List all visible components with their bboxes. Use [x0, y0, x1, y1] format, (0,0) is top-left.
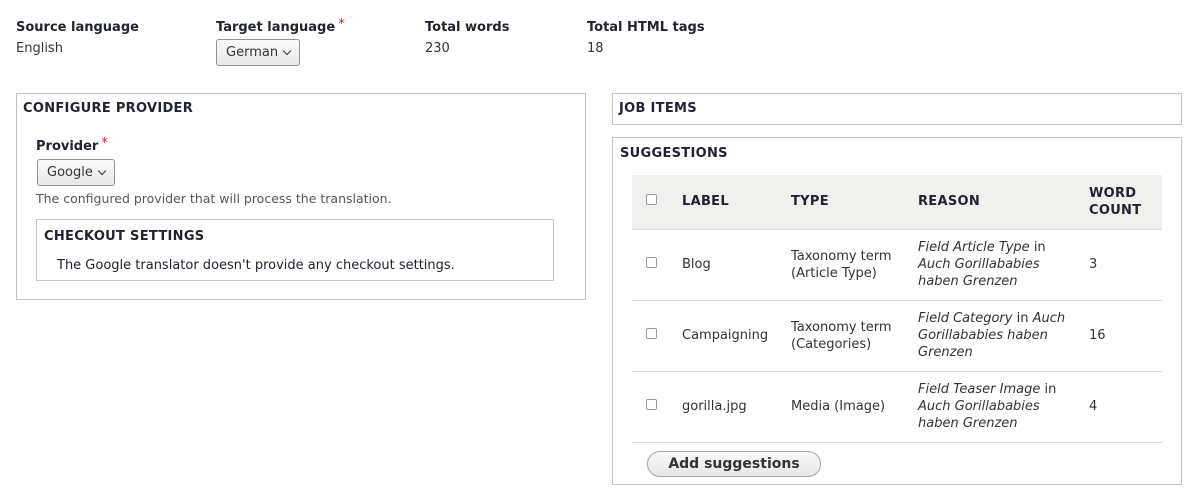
- column-header-label: LABEL: [669, 175, 777, 230]
- total-tags-block: Total HTML tags 18: [587, 20, 705, 56]
- checkout-settings-message: The Google translator doesn't provide an…: [57, 258, 455, 273]
- provider-description: The configured provider that will proces…: [36, 191, 392, 206]
- target-language-select[interactable]: German: [216, 39, 301, 66]
- row-reason: Field Teaser Image in Auch Gorillababies h…: [904, 371, 1075, 443]
- target-language-block: Target language * German: [216, 17, 345, 66]
- row-type: Taxonomy term (Categories): [777, 300, 904, 372]
- row-word-count: 3: [1075, 229, 1162, 301]
- required-marker: *: [338, 17, 345, 32]
- row-type: Taxonomy term (Article Type): [777, 229, 904, 301]
- configure-provider-legend: CONFIGURE PROVIDER: [23, 101, 194, 116]
- total-words-label: Total words: [425, 20, 510, 35]
- select-all-checkbox[interactable]: [646, 194, 657, 206]
- checkout-settings-fieldset: CHECKOUT SETTINGS The Google translator …: [36, 219, 554, 281]
- table-row: gorilla.jpg Media (Image) Field Teaser I…: [632, 371, 1162, 443]
- row-label: gorilla.jpg: [669, 371, 777, 443]
- suggestions-fieldset: SUGGESTIONS LABEL TYPE REASON WORD COUNT …: [612, 137, 1182, 485]
- provider-selected: Google: [47, 165, 93, 180]
- row-type: Media (Image): [777, 371, 904, 443]
- required-marker: *: [101, 136, 108, 151]
- total-tags-label: Total HTML tags: [587, 20, 705, 35]
- row-reason: Field Category in Auch Gorillababies habe…: [904, 300, 1075, 372]
- target-language-selected: German: [226, 45, 279, 60]
- table-header-row: LABEL TYPE REASON WORD COUNT: [632, 175, 1162, 230]
- row-checkbox[interactable]: [646, 399, 657, 410]
- row-word-count: 16: [1075, 300, 1162, 372]
- row-label: Blog: [669, 229, 777, 301]
- column-header-type: TYPE: [777, 175, 904, 230]
- job-items-legend[interactable]: JOB ITEMS: [619, 101, 697, 116]
- row-checkbox[interactable]: [646, 328, 657, 339]
- total-words-value: 230: [425, 41, 450, 56]
- table-row: Campaigning Taxonomy term (Categories) Fi…: [632, 300, 1162, 372]
- row-reason: Field Article Type in Auch Gorillababies h…: [904, 229, 1075, 301]
- add-suggestions-button[interactable]: Add suggestions: [647, 451, 821, 477]
- source-language-label: Source language: [16, 20, 139, 35]
- provider-select[interactable]: Google: [37, 159, 115, 186]
- row-checkbox[interactable]: [646, 257, 657, 268]
- chevron-down-icon: [97, 166, 107, 175]
- total-words-block: Total words 230: [425, 20, 509, 56]
- source-language-value: English: [16, 41, 63, 56]
- job-items-fieldset[interactable]: JOB ITEMS: [612, 93, 1182, 125]
- total-tags-value: 18: [587, 41, 604, 56]
- row-word-count: 4: [1075, 371, 1162, 443]
- table-row: Blog Taxonomy term (Article Type) Field A…: [632, 229, 1162, 301]
- column-header-word-count: WORD COUNT: [1075, 175, 1162, 230]
- checkout-settings-legend: CHECKOUT SETTINGS: [44, 229, 205, 244]
- chevron-down-icon: [282, 46, 292, 55]
- configure-provider-fieldset: CONFIGURE PROVIDER Provider * Google The …: [16, 93, 586, 300]
- target-language-label: Target language *: [216, 17, 345, 35]
- provider-label: Provider *: [36, 136, 108, 154]
- suggestions-legend: SUGGESTIONS: [620, 146, 728, 161]
- column-header-reason: REASON: [904, 175, 1075, 230]
- row-label: Campaigning: [669, 300, 777, 372]
- suggestions-table: LABEL TYPE REASON WORD COUNT Blog Taxonom…: [632, 175, 1162, 443]
- source-language-block: Source language English: [16, 20, 139, 56]
